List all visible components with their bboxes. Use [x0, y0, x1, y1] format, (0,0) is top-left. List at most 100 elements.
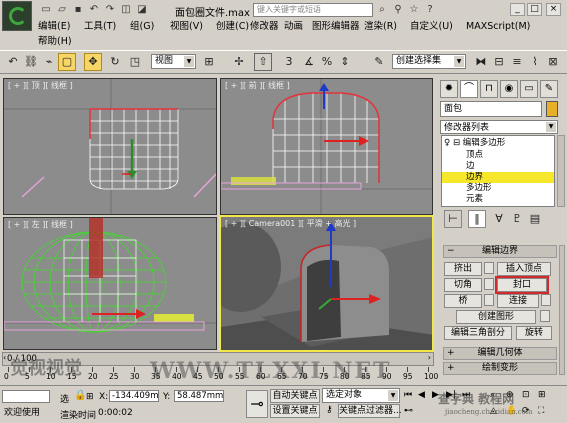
- viewport-top[interactable]: [ + ][ 顶 ][ 线框 ]: [3, 78, 217, 215]
- cap-button[interactable]: 封口: [495, 276, 549, 294]
- remove-modifier-icon[interactable]: ♇: [508, 210, 526, 228]
- chamfer-button[interactable]: 切角: [444, 278, 482, 292]
- rollout-edit-geometry[interactable]: + 编辑几何体: [443, 347, 557, 360]
- maxscript-listener[interactable]: [2, 390, 50, 403]
- menu-group[interactable]: 组(G): [130, 20, 154, 34]
- schematic-view-icon[interactable]: ⊠: [544, 53, 562, 71]
- viewport-label[interactable]: [ + ][ 顶 ][ 线框 ]: [8, 80, 73, 91]
- rollout-paint-deformation[interactable]: + 绘制变形: [443, 362, 557, 375]
- stack-item-vertex[interactable]: 顶点: [442, 150, 554, 161]
- viewport-label[interactable]: [ + ][ 左 ][ 线框 ]: [8, 219, 73, 230]
- modify-tab-icon[interactable]: ⌒: [460, 80, 478, 98]
- create-tab-icon[interactable]: ✹: [440, 80, 458, 98]
- angle-snap-icon[interactable]: ∡: [300, 53, 318, 71]
- viewport-left[interactable]: [ + ][ 左 ][ 线框 ]: [3, 217, 217, 350]
- connect-settings-button[interactable]: [541, 294, 551, 306]
- link-icon[interactable]: ⛓: [22, 53, 40, 71]
- hierarchy-tab-icon[interactable]: ⊓: [480, 80, 498, 98]
- menu-graph-editors[interactable]: 图形编辑器: [312, 20, 360, 34]
- viewport-label[interactable]: [ + ][ Camera001 ][ 平滑 + 高光 ]: [225, 218, 356, 229]
- object-color-swatch[interactable]: [546, 101, 558, 117]
- lock-selection-icon[interactable]: 🔒: [74, 390, 86, 401]
- app-logo[interactable]: [2, 1, 32, 31]
- viewport-camera[interactable]: [ + ][ Camera001 ][ 平滑 + 高光 ]: [219, 215, 434, 352]
- named-selection-dropdown[interactable]: 创建选择集 ▼: [392, 54, 466, 69]
- snaps-toggle-icon[interactable]: 3: [280, 53, 298, 71]
- stack-scrollbar[interactable]: [557, 135, 565, 207]
- configure-sets-icon[interactable]: ▤: [526, 210, 544, 228]
- stack-item-edit-poly[interactable]: ♀ ⊟ 编辑多边形: [442, 138, 554, 149]
- hold-icon[interactable]: ◫: [120, 4, 132, 16]
- minimize-button[interactable]: _: [510, 3, 525, 16]
- next-frame-icon[interactable]: ›: [428, 353, 431, 362]
- scale-icon[interactable]: ◳: [126, 53, 144, 71]
- key-filters-button[interactable]: 关键点过滤器...: [338, 404, 402, 418]
- stack-item-border[interactable]: 边界: [442, 172, 554, 183]
- bridge-settings-button[interactable]: [484, 294, 494, 306]
- x-coordinate-field[interactable]: -134.409m: [109, 390, 159, 402]
- stack-item-edge[interactable]: 边: [442, 161, 554, 172]
- spinner-snap-icon[interactable]: ⇕: [336, 53, 354, 71]
- rollout-edit-borders[interactable]: − 编辑边界: [443, 245, 557, 258]
- undo-icon[interactable]: ↶: [88, 4, 100, 16]
- utilities-tab-icon[interactable]: ✎: [540, 80, 558, 98]
- chamfer-settings-button[interactable]: [484, 278, 494, 290]
- menu-tools[interactable]: 工具(T): [84, 20, 116, 34]
- menu-rendering[interactable]: 渲染(R): [364, 20, 397, 34]
- menu-animation[interactable]: 动画: [284, 20, 303, 34]
- keyboard-shortcut-icon[interactable]: ⇧: [254, 53, 272, 71]
- key-mode-icon[interactable]: ⊸: [246, 390, 268, 418]
- unlink-icon[interactable]: ⌁: [40, 53, 58, 71]
- motion-tab-icon[interactable]: ◉: [500, 80, 518, 98]
- save-file-icon[interactable]: ▪: [72, 4, 84, 16]
- edit-named-selection-icon[interactable]: ✎: [370, 53, 388, 71]
- layer-manager-icon[interactable]: ≡: [508, 53, 526, 71]
- edit-triangulation-button[interactable]: 编辑三角剖分: [444, 326, 512, 340]
- rotate-icon[interactable]: ↻: [106, 53, 124, 71]
- maximize-button[interactable]: □: [527, 3, 542, 16]
- y-coordinate-field[interactable]: 58.487mm: [174, 390, 224, 402]
- percent-snap-icon[interactable]: %: [318, 53, 336, 71]
- binoculars-icon[interactable]: ⚲: [392, 4, 404, 16]
- make-unique-icon[interactable]: ∀: [490, 210, 508, 228]
- prev-key-icon[interactable]: ◀: [418, 390, 425, 400]
- set-key-button[interactable]: 设置关键点: [270, 404, 320, 418]
- panel-scrollbar[interactable]: [559, 245, 565, 375]
- menu-maxscript[interactable]: MAXScript(M): [466, 20, 530, 34]
- select-move-icon[interactable]: ✥: [84, 53, 102, 71]
- undo-icon[interactable]: ↶: [4, 53, 22, 71]
- menu-views[interactable]: 视图(V): [170, 20, 203, 34]
- menu-customize[interactable]: 自定义(U): [410, 20, 453, 34]
- extrude-button[interactable]: 挤出: [444, 262, 482, 276]
- menu-modifiers[interactable]: 修改器: [250, 20, 279, 34]
- viewport-front[interactable]: [ + ][ 前 ][ 线框 ]: [220, 78, 433, 215]
- select-region-icon[interactable]: ▢: [58, 53, 76, 71]
- redo-icon[interactable]: ↷: [104, 4, 116, 16]
- maximize-viewport-icon[interactable]: ⛶: [538, 406, 544, 416]
- extrude-settings-button[interactable]: [484, 262, 494, 274]
- open-file-icon[interactable]: ▱: [56, 4, 68, 16]
- star-icon[interactable]: ☆: [408, 4, 420, 16]
- insert-vertex-button[interactable]: 插入顶点: [497, 262, 551, 276]
- select-and-manipulate-icon[interactable]: ✢: [230, 53, 248, 71]
- viewport-label[interactable]: [ + ][ 前 ][ 线框 ]: [225, 80, 290, 91]
- menu-edit[interactable]: 编辑(E): [38, 20, 70, 34]
- create-shape-settings-button[interactable]: [540, 310, 550, 322]
- reference-coordinate-dropdown[interactable]: 视图 ▼: [151, 54, 196, 69]
- turn-button[interactable]: 旋转: [516, 326, 552, 340]
- zoom-extents-all-icon[interactable]: ⊞: [538, 390, 546, 400]
- key-mode-toggle-icon[interactable]: ⊷: [404, 406, 413, 416]
- stack-item-polygon[interactable]: 多边形: [442, 183, 554, 194]
- absolute-mode-icon[interactable]: ⊞: [86, 392, 94, 402]
- zoom-extents-icon[interactable]: ⊡: [522, 390, 530, 400]
- modifier-stack[interactable]: ♀ ⊟ 编辑多边形 顶点 边 边界 多边形 元素: [441, 135, 555, 207]
- align-icon[interactable]: ⊟: [490, 53, 508, 71]
- search-icon[interactable]: ⌕: [376, 4, 388, 16]
- search-input[interactable]: 键入关键字或短语: [253, 3, 373, 17]
- new-file-icon[interactable]: ▭: [40, 4, 52, 16]
- pin-stack-icon[interactable]: ⊢: [444, 210, 462, 228]
- menu-create[interactable]: 创建(C): [216, 20, 249, 34]
- key-selection-dropdown[interactable]: 选定对象 ▼: [322, 388, 400, 403]
- display-tab-icon[interactable]: ▭: [520, 80, 538, 98]
- object-name-field[interactable]: 面包: [440, 101, 542, 117]
